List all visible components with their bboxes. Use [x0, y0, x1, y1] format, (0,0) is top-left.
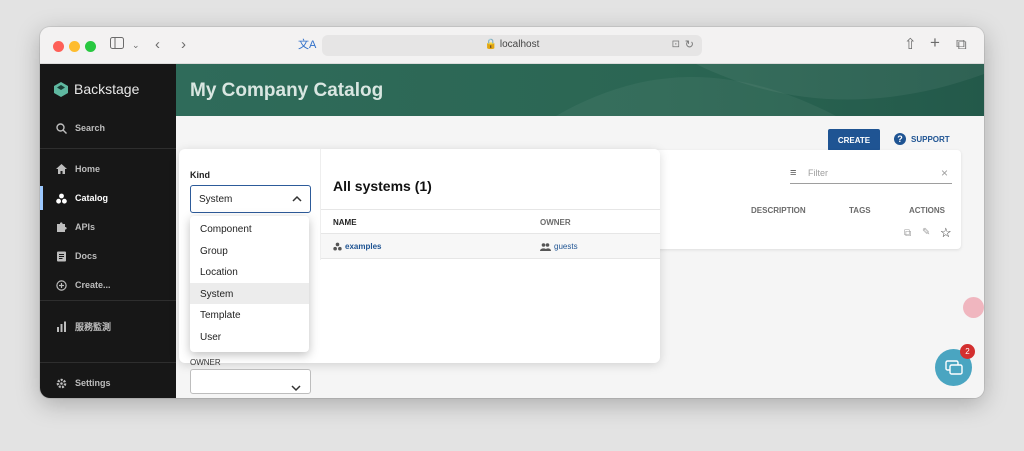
sidebar-search-label: Search	[75, 123, 106, 133]
sidebar-divider	[40, 362, 176, 363]
sidebar-item-label: APIs	[75, 222, 96, 232]
owner-select[interactable]	[190, 369, 311, 394]
share-icon[interactable]: ⇧	[904, 36, 917, 54]
table-row: examples guests	[321, 234, 660, 259]
close-window-button[interactable]	[53, 41, 64, 52]
minimize-window-button[interactable]	[69, 41, 80, 52]
system-icon	[333, 242, 342, 251]
sidebar-item-catalog[interactable]: Catalog	[40, 186, 176, 210]
filter-input[interactable]: ≡ Filter ×	[790, 166, 952, 184]
gear-icon	[56, 378, 67, 389]
sidebar-item-docs[interactable]: Docs	[40, 244, 176, 268]
sidebar-item-label: 服務監測	[75, 321, 112, 332]
page-title: My Company Catalog	[190, 80, 384, 101]
tabs-overview-icon[interactable]: ⧉	[956, 36, 967, 54]
filter-icon: ≡	[790, 167, 797, 179]
filter-placeholder: Filter	[808, 168, 828, 178]
search-icon	[56, 122, 67, 134]
docs-icon	[56, 251, 67, 262]
sidebar-divider	[40, 148, 176, 149]
translate-page-icon[interactable]: ⊡	[672, 39, 680, 50]
support-label: SUPPORT	[911, 134, 950, 144]
chat-icon	[944, 359, 963, 375]
sidebar-item-label: Home	[75, 164, 101, 174]
notification-badge: 2	[960, 344, 975, 359]
kind-option-component[interactable]: Component	[190, 218, 309, 240]
group-icon	[540, 242, 551, 251]
sidebar-item-create[interactable]: Create...	[40, 273, 176, 297]
owner-filter-label: OWNER	[190, 358, 221, 367]
plus-circle-icon	[56, 279, 67, 291]
column-header-name[interactable]: NAME	[333, 218, 357, 227]
sidebar-item-label: Docs	[75, 251, 98, 261]
column-header-actions: ACTIONS	[909, 206, 945, 215]
back-icon[interactable]: ‹	[155, 36, 160, 54]
sidebar-item-apis[interactable]: APIs	[40, 215, 176, 239]
system-name: examples	[345, 242, 382, 251]
floating-helper-icon[interactable]	[963, 297, 984, 318]
address-url: localhost	[499, 39, 540, 50]
column-header-owner[interactable]: OWNER	[540, 218, 571, 227]
catalog-icon	[56, 193, 67, 204]
kind-option-template[interactable]: Template	[190, 304, 309, 326]
star-icon[interactable]: ☆	[940, 225, 952, 241]
maximize-window-button[interactable]	[85, 41, 96, 52]
forward-icon[interactable]: ›	[181, 36, 186, 54]
open-external-icon[interactable]: ⧉	[904, 228, 911, 239]
system-name-link[interactable]: examples	[333, 242, 381, 251]
puzzle-icon	[56, 221, 67, 233]
owner-name: guests	[554, 242, 578, 251]
home-icon	[56, 164, 67, 175]
translate-icon[interactable]: 文A	[298, 36, 316, 54]
reload-icon[interactable]: ↻	[685, 38, 694, 51]
kind-option-location[interactable]: Location	[190, 261, 309, 283]
systems-header-row: NAME OWNER	[321, 209, 660, 234]
kind-filter-label: Kind	[190, 170, 210, 180]
address-bar[interactable]: 🔒 localhost ⊡ ↻	[322, 35, 702, 56]
kind-option-system[interactable]: System	[190, 282, 309, 304]
kind-selected-value: System	[199, 194, 233, 205]
column-header-tags[interactable]: TAGS	[849, 206, 871, 215]
chevron-up-icon	[292, 194, 302, 205]
sidebar-divider	[40, 300, 176, 301]
support-button[interactable]: ? SUPPORT	[894, 133, 950, 145]
chevron-down-icon	[291, 379, 301, 397]
sidebar-item-home[interactable]: Home	[40, 157, 176, 181]
sidebar-toggle-icon[interactable]	[110, 36, 124, 54]
column-header-description[interactable]: DESCRIPTION	[751, 206, 806, 215]
sidebar-item-label: Create...	[75, 280, 111, 290]
kind-dropdown-menu: Component Group Location System Template…	[190, 216, 309, 352]
new-tab-icon[interactable]: +	[930, 34, 940, 52]
browser-titlebar: ⌄ ‹ › 文A 🔒 localhost ⊡ ↻ ⇧ + ⧉	[40, 27, 984, 64]
clear-filter-icon[interactable]: ×	[941, 166, 948, 180]
create-button[interactable]: CREATE	[828, 129, 880, 151]
brand[interactable]: Backstage	[54, 81, 139, 97]
sidebar-search[interactable]: Search	[40, 116, 176, 140]
address-text: 🔒 localhost	[484, 39, 540, 50]
kind-select[interactable]: System	[190, 185, 311, 213]
brand-name: Backstage	[74, 81, 140, 97]
kind-option-group[interactable]: Group	[190, 240, 309, 262]
sidebar: Backstage Search Home Catalog APIs Docs …	[40, 64, 176, 398]
sidebar-item-label: Settings	[75, 378, 111, 388]
chevron-down-icon[interactable]: ⌄	[132, 36, 140, 54]
sidebar-item-label: Catalog	[75, 193, 109, 203]
backstage-logo-icon	[54, 81, 68, 97]
systems-table: All systems (1) NAME OWNER examples gues…	[320, 149, 660, 260]
edit-icon[interactable]: ✎	[922, 227, 930, 238]
page-header: My Company Catalog	[176, 64, 984, 116]
owner-link[interactable]: guests	[540, 242, 578, 251]
systems-title: All systems (1)	[333, 178, 432, 194]
kind-option-user[interactable]: User	[190, 326, 309, 348]
sidebar-item-settings[interactable]: Settings	[40, 371, 176, 395]
bar-chart-icon	[56, 321, 67, 332]
help-icon: ?	[894, 133, 906, 145]
sidebar-item-monitoring[interactable]: 服務監測	[40, 314, 176, 338]
